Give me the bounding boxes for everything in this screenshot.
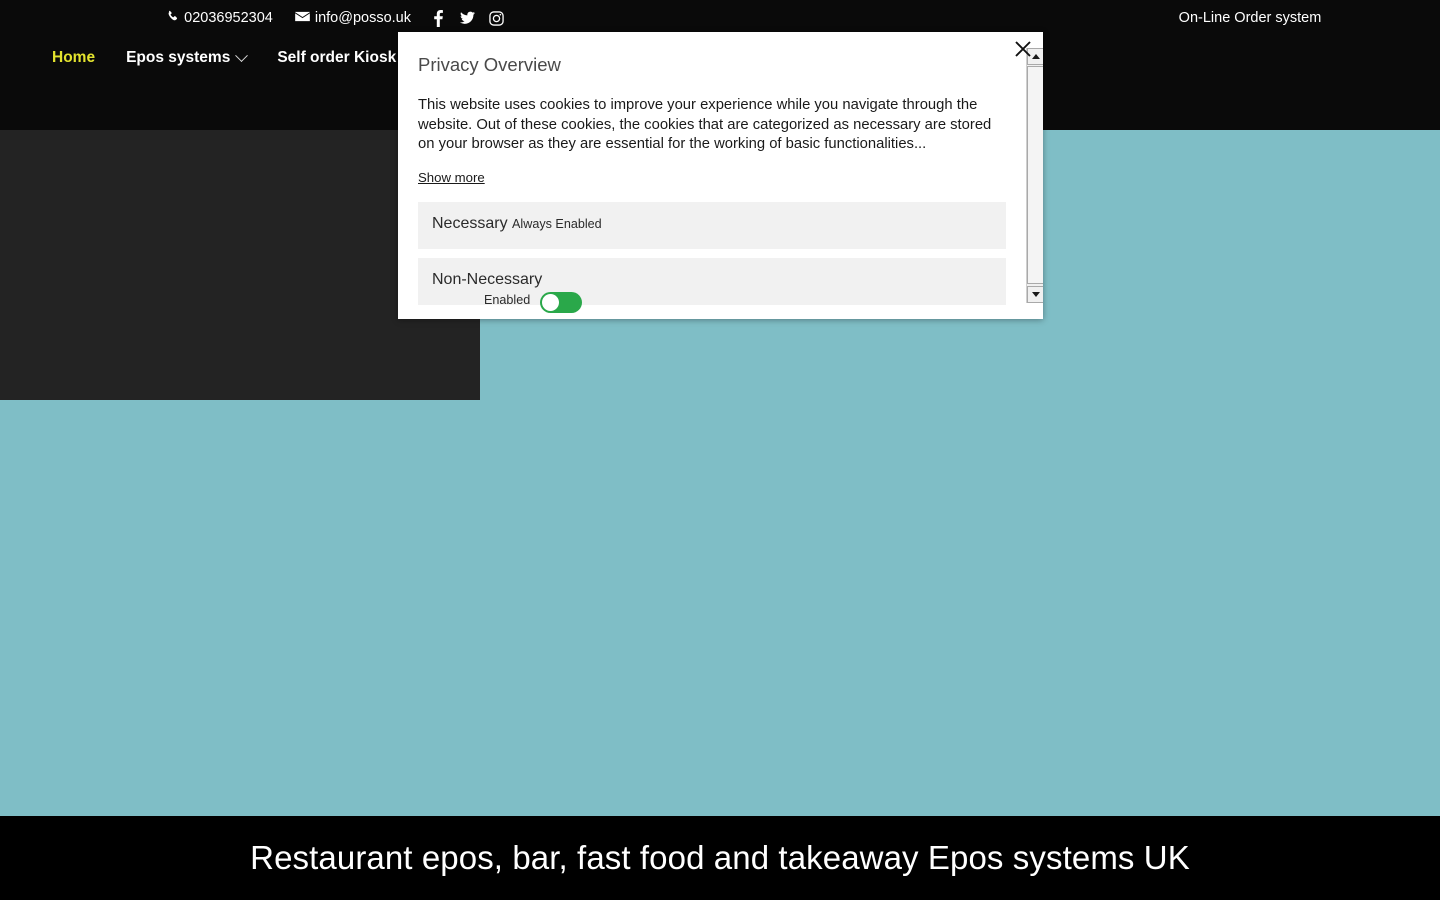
cookie-category-label: Non-Necessary xyxy=(432,271,542,289)
non-necessary-toggle[interactable] xyxy=(540,292,582,313)
cookie-category-non-necessary[interactable]: Non-Necessary Enabled xyxy=(418,258,1006,305)
envelope-icon xyxy=(295,10,310,26)
twitter-icon[interactable] xyxy=(460,10,475,26)
online-order-link[interactable]: On-Line Order system xyxy=(1179,10,1322,26)
phone-contact[interactable]: 02036952304 xyxy=(166,10,273,27)
privacy-modal-scrollbar[interactable] xyxy=(1026,48,1043,303)
instagram-icon[interactable] xyxy=(489,10,504,26)
phone-number[interactable]: 02036952304 xyxy=(184,10,273,26)
nav-item-home[interactable]: Home xyxy=(52,49,95,67)
privacy-modal-content: Privacy Overview This website uses cooki… xyxy=(398,32,1006,319)
phone-icon xyxy=(166,10,179,27)
top-utility-bar: 02036952304 info@posso.uk xyxy=(0,0,1440,36)
facebook-icon[interactable] xyxy=(431,10,446,26)
topbar-online-order: On-Line Order system xyxy=(1000,0,1440,36)
cookie-category-necessary[interactable]: Necessary Always Enabled xyxy=(418,202,1006,249)
nav-item-label: Home xyxy=(52,49,95,67)
cookie-category-label: Necessary Always Enabled xyxy=(432,215,602,233)
cookie-category-name: Necessary xyxy=(432,215,508,232)
cookie-category-always-enabled: Always Enabled xyxy=(512,217,602,231)
social-links xyxy=(431,10,504,26)
cookie-category-state: Enabled xyxy=(484,293,530,307)
privacy-modal-title: Privacy Overview xyxy=(418,54,986,76)
privacy-modal-description: This website uses cookies to improve you… xyxy=(418,96,1000,155)
close-icon[interactable] xyxy=(1014,40,1032,58)
nav-item-self-order-kiosk[interactable]: Self order Kiosk xyxy=(277,49,396,67)
scroll-down-arrow-icon[interactable] xyxy=(1027,286,1043,303)
scrollbar-thumb[interactable] xyxy=(1027,66,1043,284)
privacy-overview-modal: Privacy Overview This website uses cooki… xyxy=(398,32,1043,319)
page-root: 02036952304 info@posso.uk xyxy=(0,0,1440,900)
toggle-knob xyxy=(542,294,559,311)
chevron-down-icon xyxy=(235,49,248,62)
email-contact[interactable]: info@posso.uk xyxy=(295,10,411,26)
topbar-contact-group: 02036952304 info@posso.uk xyxy=(0,0,720,36)
nav-item-label: Epos systems xyxy=(126,49,230,67)
cookie-category-name: Non-Necessary xyxy=(432,271,542,288)
show-more-link[interactable]: Show more xyxy=(418,170,485,185)
page-title: Restaurant epos, bar, fast food and take… xyxy=(250,839,1190,877)
nav-item-epos-systems[interactable]: Epos systems xyxy=(126,49,246,67)
nav-item-label: Self order Kiosk xyxy=(277,49,396,67)
bottom-headline-strip: Restaurant epos, bar, fast food and take… xyxy=(0,816,1440,900)
email-address[interactable]: info@posso.uk xyxy=(315,10,411,26)
